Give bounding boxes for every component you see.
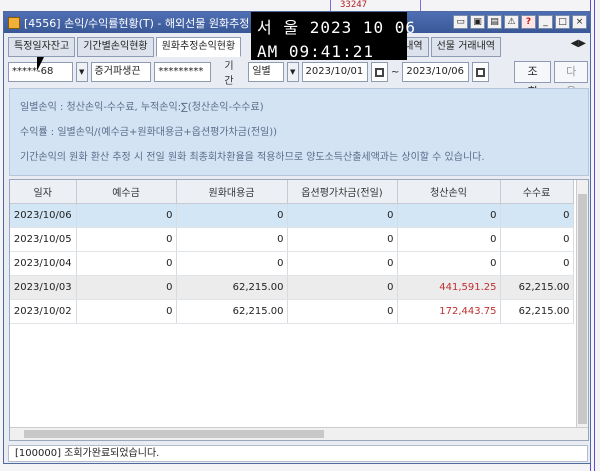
minimize-icon[interactable]: _ — [538, 15, 553, 29]
cell-realized-pnl: 0 — [397, 251, 501, 276]
status-bar: [100000] 조회가완료되었습니다. — [8, 445, 588, 462]
calendar-from-icon[interactable] — [371, 62, 388, 82]
cell-commission: 62,215.00 — [500, 299, 574, 324]
window-title: [4556] 손익/수익률현황(T) - 해외선물 원화추정 — [24, 16, 250, 30]
mouse-cursor — [37, 57, 44, 71]
print-icon[interactable]: ▤ — [487, 15, 502, 29]
cell-realized-pnl: 0 — [397, 227, 501, 252]
col-krw-substitute[interactable]: 원화대용금 — [176, 180, 288, 204]
info-line-1: 일별손익 : 청산손익-수수료, 누적손익:∑(청산손익-수수료) — [20, 102, 264, 113]
period-type-select[interactable]: 일별 — [248, 62, 284, 82]
alert-icon[interactable]: ⚠ — [504, 15, 519, 29]
filter-bar: *****-68 ▼ 증거파생끈 ********* 기간 일별 ▼ 2023/… — [8, 59, 588, 98]
link-icon[interactable]: ▭ — [453, 15, 468, 29]
date-separator: ~ — [390, 66, 400, 78]
cell-date: 2023/10/06 — [10, 203, 77, 228]
cell-realized-pnl: 172,443.75 — [397, 299, 501, 324]
clock-overlay: 서 울 2023 10 06 AM 09:41:21 — [251, 12, 417, 61]
password-field[interactable]: ********* — [154, 62, 212, 82]
col-commission[interactable]: 수수료 — [500, 180, 574, 204]
info-line-2: 수익률 : 일별손익/(예수금+원화대용금+옵션평가차금(전일)) — [20, 127, 278, 138]
query-button[interactable]: 조회 — [513, 61, 552, 98]
table-row[interactable]: 2023/10/03 0 62,215.00 0 441,591.25 62,2… — [10, 275, 574, 300]
horizontal-scrollbar[interactable] — [10, 427, 588, 440]
copy-icon[interactable]: ▣ — [470, 15, 485, 29]
table-header-row: 일자 예수금 원화대용금 옵션평가차금(전일) 청산손익 수수료 — [10, 180, 574, 204]
cell-option-valuation: 0 — [287, 299, 398, 324]
clock-date: 서 울 2023 10 06 — [257, 18, 417, 37]
cell-date: 2023/10/04 — [10, 251, 77, 276]
maximize-icon[interactable]: □ — [555, 15, 570, 29]
tab-period-pnl[interactable]: 기간별손익현황 — [77, 37, 154, 57]
col-deposit[interactable]: 예수금 — [76, 180, 177, 204]
table-row[interactable]: 2023/10/05 0 0 0 0 0 — [10, 227, 574, 252]
cell-commission: 0 — [500, 251, 574, 276]
cell-date: 2023/10/05 — [10, 227, 77, 252]
cell-deposit: 0 — [76, 227, 177, 252]
cell-date: 2023/10/02 — [10, 299, 77, 324]
tab-krw-estimated-pnl[interactable]: 원화추정손익현황 — [155, 37, 242, 57]
cell-option-valuation: 0 — [287, 203, 398, 228]
cell-commission: 62,215.00 — [500, 275, 574, 300]
col-realized-pnl[interactable]: 청산손익 — [397, 180, 501, 204]
cell-krw-substitute: 0 — [176, 251, 288, 276]
col-date[interactable]: 일자 — [10, 180, 77, 204]
next-button[interactable]: 다음 — [554, 61, 588, 98]
close-icon[interactable]: × — [572, 15, 587, 29]
cell-option-valuation: 0 — [287, 227, 398, 252]
cell-krw-substitute: 62,215.00 — [176, 275, 288, 300]
period-dropdown-icon[interactable]: ▼ — [286, 62, 299, 82]
background-price-label: 33247 — [340, 0, 368, 10]
cell-option-valuation: 0 — [287, 275, 398, 300]
cell-commission: 0 — [500, 203, 574, 228]
date-from-input[interactable]: 2023/10/01 — [301, 62, 369, 82]
col-option-valuation[interactable]: 옵션평가차금(전일) — [287, 180, 398, 204]
cell-krw-substitute: 0 — [176, 227, 288, 252]
tab-futures-history-2[interactable]: 선물 거래내역 — [430, 37, 501, 57]
calendar-to-icon[interactable] — [472, 62, 489, 82]
pnl-table: 일자 예수금 원화대용금 옵션평가차금(전일) 청산손익 수수료 2023/10… — [9, 179, 589, 441]
table-row[interactable]: 2023/10/06 0 0 0 0 0 — [10, 203, 574, 228]
table-row[interactable]: 2023/10/02 0 62,215.00 0 172,443.75 62,2… — [10, 299, 574, 324]
cell-deposit: 0 — [76, 299, 177, 324]
cell-krw-substitute: 62,215.00 — [176, 299, 288, 324]
account-dropdown-icon[interactable]: ▼ — [75, 62, 88, 82]
info-panel: 일별손익 : 청산손익-수수료, 누적손익:∑(청산손익-수수료) 수익률 : … — [9, 88, 589, 176]
date-to-input[interactable]: 2023/10/06 — [402, 62, 470, 82]
profit-loss-window: [4556] 손익/수익률현황(T) - 해외선물 원화추정 ▭ ▣ ▤ ⚠ ?… — [3, 11, 591, 464]
cell-deposit: 0 — [76, 203, 177, 228]
info-line-3: 기간손익의 원화 환산 추정 시 전일 원화 최종회차환율을 적용하므로 양도소… — [20, 152, 485, 163]
cell-krw-substitute: 0 — [176, 203, 288, 228]
cell-realized-pnl: 0 — [397, 203, 501, 228]
tab-daily-balance[interactable]: 특정일자잔고 — [8, 37, 76, 57]
table-row[interactable]: 2023/10/04 0 0 0 0 0 — [10, 251, 574, 276]
app-icon — [8, 16, 20, 29]
vertical-scrollbar[interactable] — [576, 180, 588, 428]
cell-deposit: 0 — [76, 251, 177, 276]
period-label: 기간 — [224, 61, 234, 87]
cell-deposit: 0 — [76, 275, 177, 300]
cell-commission: 0 — [500, 227, 574, 252]
cell-date: 2023/10/03 — [10, 275, 77, 300]
tab-scroll-arrows[interactable]: ◀▶ — [571, 38, 586, 49]
cell-option-valuation: 0 — [287, 251, 398, 276]
clock-time: AM 09:41:21 — [257, 42, 374, 61]
help-icon[interactable]: ? — [521, 15, 536, 29]
cell-realized-pnl: 441,591.25 — [397, 275, 501, 300]
account-type-field: 증거파생끈 — [90, 62, 152, 82]
